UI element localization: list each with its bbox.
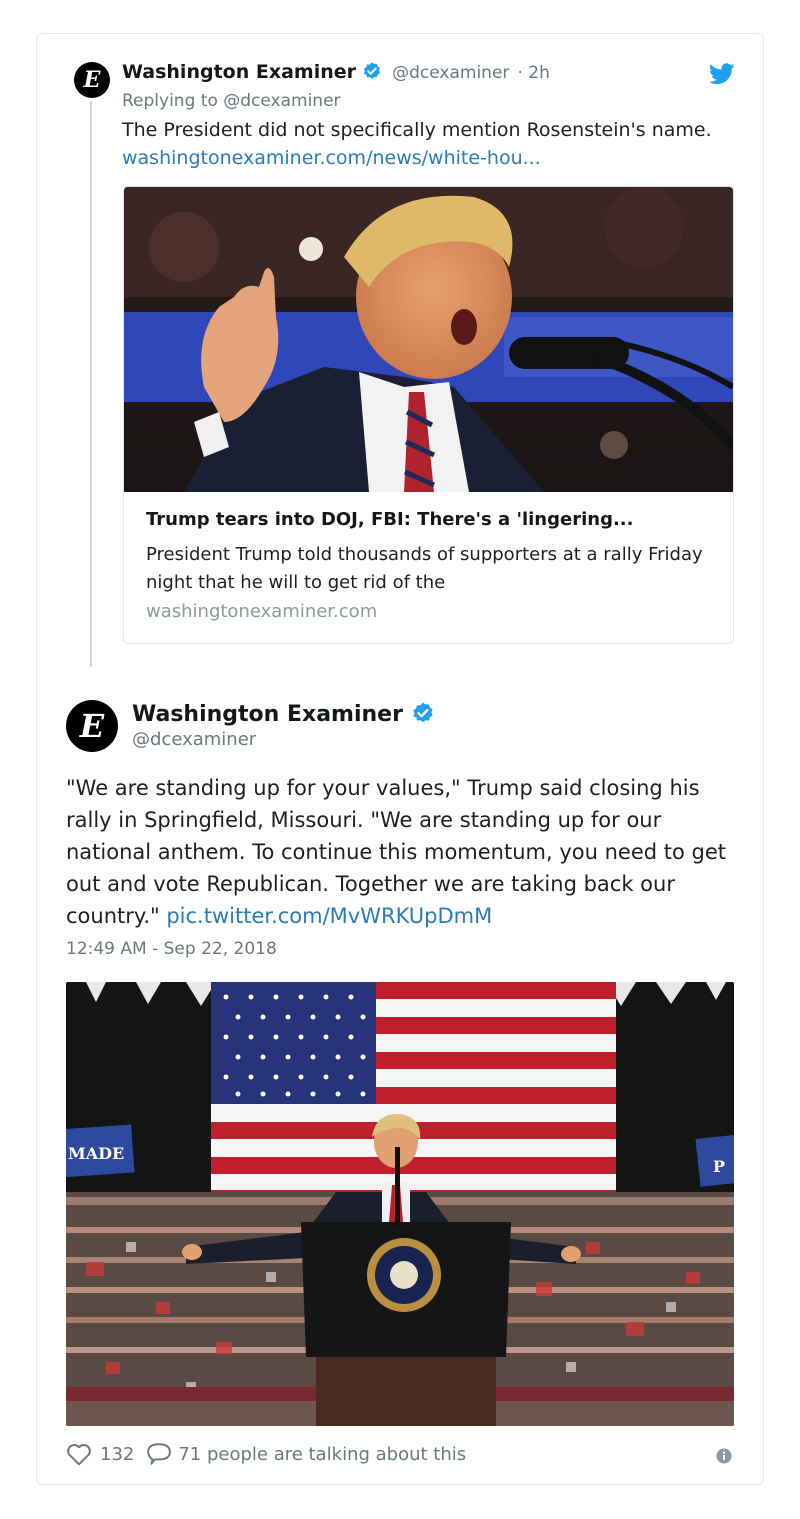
svg-text:P: P [713, 1157, 725, 1176]
rally-photo-image: MADE P [66, 982, 734, 1426]
washington-examiner-avatar-large[interactable]: E [66, 700, 118, 752]
conversation-text[interactable]: 71 people are talking about this [178, 1444, 466, 1465]
tweet-timestamp[interactable]: 12:49 AM - Sep 22, 2018 [66, 939, 277, 959]
reply-tweet-header: Washington Examiner @dcexaminer · 2h [122, 61, 550, 83]
tweet-age[interactable]: · 2h [517, 63, 549, 83]
photo-link[interactable]: pic.twitter.com/MvWRKUpDmM [166, 904, 492, 928]
author-name[interactable]: Washington Examiner [132, 702, 403, 727]
article-title[interactable]: Trump tears into DOJ, FBI: There's a 'li… [146, 509, 716, 530]
article-link-card[interactable]: Trump tears into DOJ, FBI: There's a 'li… [123, 186, 734, 644]
tweet-footer: 132 71 people are talking about this [66, 1440, 466, 1468]
rally-photo[interactable]: MADE P [66, 982, 734, 1426]
avatar-logo-letter: E [79, 707, 105, 745]
reply-tweet-text: The President did not specifically menti… [122, 116, 732, 172]
article-description: President Trump told thousands of suppor… [146, 544, 703, 593]
avatar-logo-letter: E [83, 67, 101, 93]
p-banner: P [695, 1133, 734, 1187]
trump-speaking-photo [124, 187, 733, 492]
svg-text:MADE: MADE [68, 1144, 124, 1163]
main-tweet-author: Washington Examiner [132, 701, 435, 727]
comment-icon[interactable] [146, 1442, 172, 1466]
verified-badge-icon [412, 702, 433, 723]
reply-tweet-body: The President did not specifically menti… [122, 119, 712, 141]
verified-badge-icon [363, 62, 381, 79]
author-handle[interactable]: @dcexaminer [392, 63, 509, 83]
twitter-bird-icon[interactable] [709, 63, 735, 85]
info-icon[interactable] [716, 1448, 732, 1464]
replying-to[interactable]: Replying to @dcexaminer [122, 91, 341, 111]
made-banner: MADE [66, 1124, 135, 1178]
like-count[interactable]: 132 [100, 1444, 134, 1465]
thread-connector-line [90, 101, 92, 667]
main-tweet-text: "We are standing up for your values," Tr… [66, 772, 742, 932]
author-handle[interactable]: @dcexaminer [132, 729, 256, 750]
article-domain: washingtonexaminer.com [146, 601, 378, 622]
article-link[interactable]: washingtonexaminer.com/news/white-hou... [122, 147, 541, 169]
author-name[interactable]: Washington Examiner [122, 61, 356, 83]
article-thumbnail [124, 187, 733, 492]
heart-icon[interactable] [66, 1442, 92, 1466]
washington-examiner-avatar[interactable]: E [74, 62, 110, 98]
